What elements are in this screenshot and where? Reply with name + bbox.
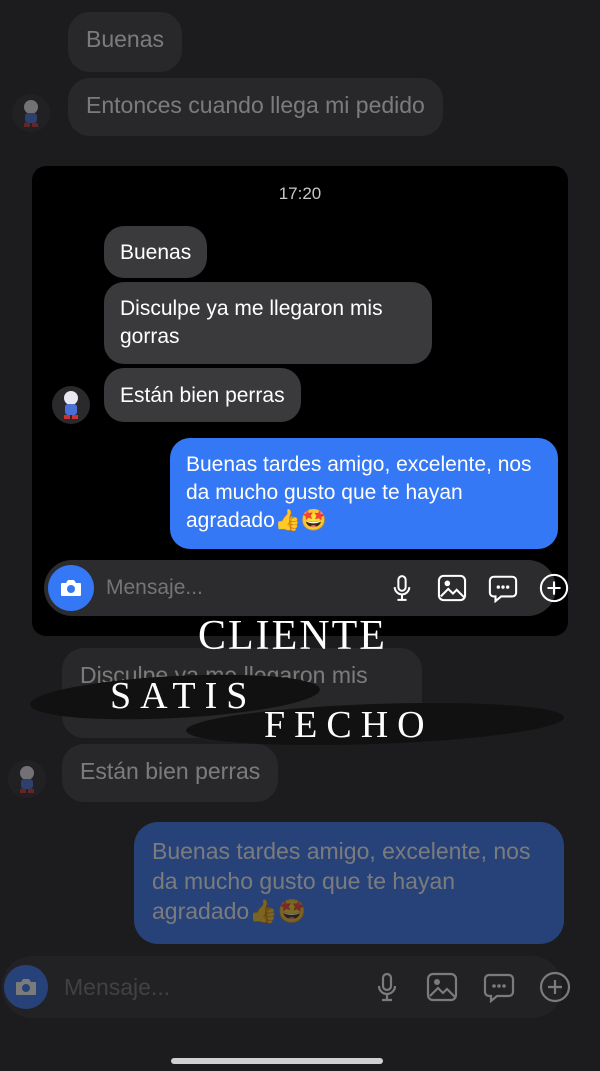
camera-icon — [16, 979, 36, 995]
sticker-icon[interactable] — [470, 971, 528, 1003]
message-bubble: Buenas — [68, 12, 183, 72]
avatar-icon — [24, 100, 38, 127]
message-bubble: Están bien perras — [104, 368, 301, 422]
composer-actions — [360, 971, 582, 1003]
message-bubble: Buenas tardes amigo, excelente, nos da m… — [170, 438, 558, 549]
microphone-icon[interactable] — [360, 972, 414, 1002]
gallery-icon[interactable] — [427, 574, 477, 602]
avatar[interactable] — [8, 760, 46, 798]
plus-icon[interactable] — [529, 573, 579, 603]
home-indicator[interactable] — [171, 1058, 383, 1064]
message-text: Buenas tardes amigo, excelente, nos da m… — [152, 838, 531, 924]
message-bubble: Buenas tardes amigo, excelente, nos da m… — [134, 822, 564, 944]
sticker-icon[interactable] — [477, 573, 529, 603]
camera-button[interactable] — [48, 565, 94, 611]
avatar-icon — [64, 391, 78, 419]
microphone-icon[interactable] — [377, 574, 427, 602]
message-composer — [44, 560, 569, 616]
avatar-icon — [20, 766, 34, 793]
message-text: Buenas — [86, 26, 165, 52]
camera-button[interactable] — [4, 965, 48, 1009]
avatar[interactable] — [12, 94, 50, 132]
message-text: Entonces cuando llega mi pedido — [86, 92, 425, 118]
chat-screenshot-card: 17:20 Buenas Disculpe ya me llegaron mis… — [32, 166, 569, 636]
message-text: Buenas — [120, 241, 192, 264]
message-text: Están bien perras — [120, 384, 285, 407]
message-bubble: Entonces cuando llega mi pedido — [68, 78, 443, 136]
composer-actions — [377, 573, 579, 603]
message-composer — [2, 956, 571, 1018]
message-input[interactable] — [64, 973, 360, 1001]
gallery-icon[interactable] — [414, 972, 470, 1002]
message-text: Buenas tardes amigo, excelente, nos da m… — [186, 453, 532, 532]
caption-line-fecho: FECHO — [264, 704, 434, 746]
message-text: Disculpe ya me llegaron mis gorras — [120, 297, 383, 348]
camera-icon — [61, 580, 81, 596]
avatar[interactable] — [52, 386, 90, 424]
message-bubble: Están bien perras — [62, 744, 279, 802]
message-input[interactable] — [106, 576, 377, 600]
message-timestamp: 17:20 — [278, 184, 322, 203]
caption-line-satis: SATIS — [110, 675, 257, 717]
plus-icon[interactable] — [528, 971, 582, 1003]
caption-line-cliente: CLIENTE — [198, 613, 387, 659]
message-bubble: Disculpe ya me llegaron mis gorras — [104, 282, 432, 364]
message-bubble: Buenas — [104, 226, 208, 278]
message-text: Están bien perras — [80, 758, 261, 784]
